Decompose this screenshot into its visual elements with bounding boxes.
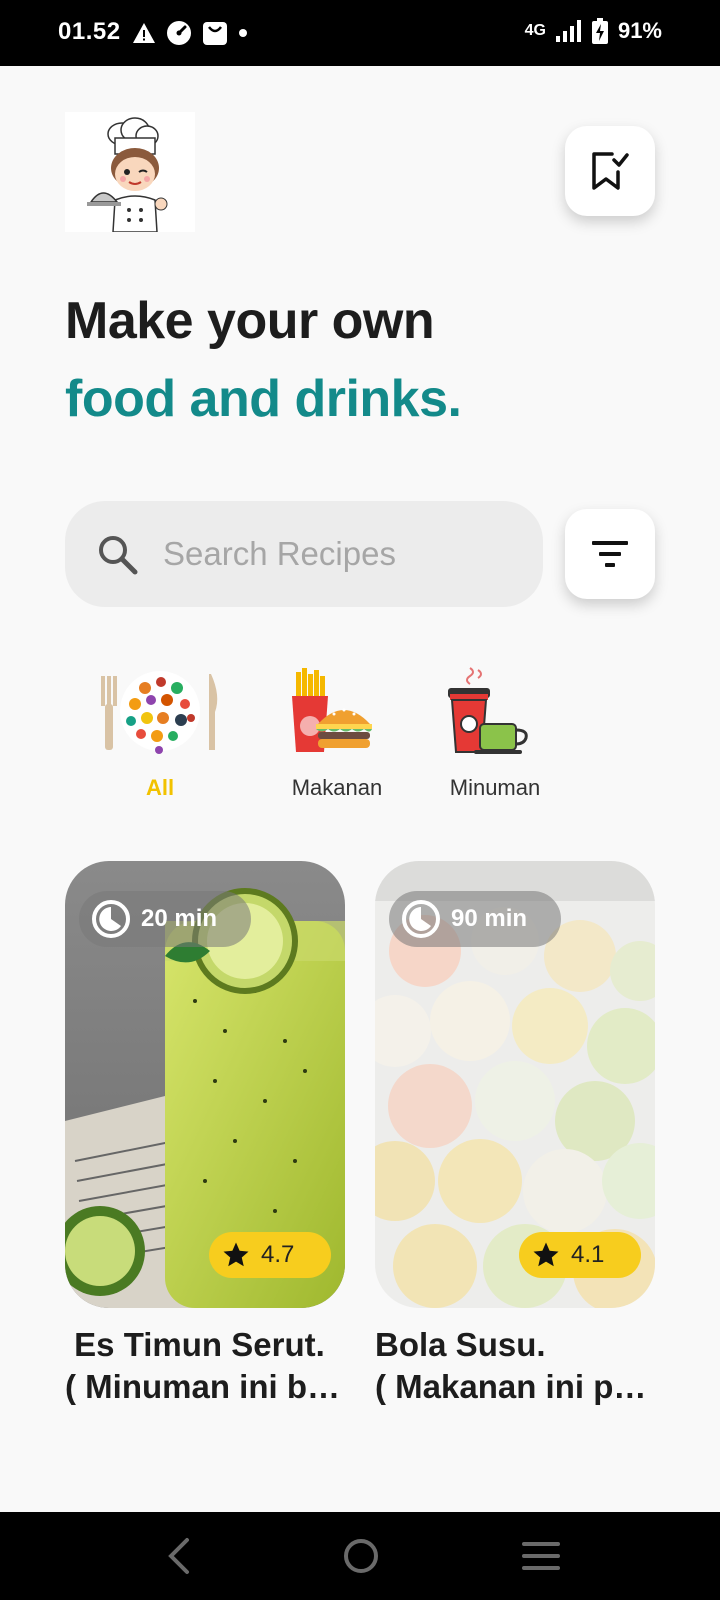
- menu-icon[interactable]: [522, 1540, 560, 1572]
- rating-value: 4.7: [261, 1241, 295, 1268]
- network-type: 4G: [524, 22, 546, 39]
- recipe-image[interactable]: 20 min 4.7: [65, 861, 345, 1308]
- recipe-title-line2[interactable]: ( Makanan ini p…: [375, 1366, 665, 1408]
- search-input[interactable]: [163, 535, 503, 573]
- recipe-home-screen: Make your own food and drinks. Search Re…: [0, 66, 720, 1512]
- recipe-title-line1[interactable]: Bola Susu.: [375, 1324, 665, 1366]
- battery-level: 91%: [617, 18, 662, 43]
- headline-line2: food and drinks.: [65, 370, 462, 428]
- filter-lines-icon: [592, 541, 628, 567]
- recipe-title-line2[interactable]: ( Minuman ini b…: [65, 1366, 355, 1408]
- rating-badge: 4.1: [519, 1232, 641, 1278]
- category-makanan-label: Makanan: [291, 775, 383, 800]
- recipe-title-text: Es Timun Serut.: [74, 1326, 325, 1363]
- status-bar: 01.52 4G 91%: [0, 0, 720, 66]
- recipe-title-line1[interactable]: Es Timun Serut.: [65, 1324, 355, 1366]
- search-bar[interactable]: [65, 501, 543, 607]
- timer-icon: [402, 900, 440, 938]
- status-right: 4G 91%: [525, 18, 662, 44]
- cook-time-badge: 90 min: [389, 891, 561, 947]
- signal-icon: [555, 20, 581, 42]
- system-nav-bar: [0, 1512, 720, 1600]
- shopping-bag-icon: [203, 22, 227, 45]
- dot-icon: [239, 29, 247, 37]
- recipe-card[interactable]: 90 min 4.1 Bola Susu. ( Makanan ini p…: [375, 861, 655, 1408]
- rating-value: 4.1: [571, 1241, 605, 1268]
- food-plate-icon: [101, 671, 218, 754]
- search-icon: [99, 536, 138, 575]
- filter-button[interactable]: [565, 509, 655, 599]
- warning-icon: [133, 23, 155, 43]
- back-icon[interactable]: [165, 1536, 193, 1576]
- headline-line1: Make your own: [65, 292, 435, 350]
- status-notification-icons: [132, 20, 248, 46]
- burger-fries-icon: [292, 668, 372, 752]
- coffee-cups-icon: [448, 667, 528, 754]
- chef-mascot-logo: [87, 117, 168, 233]
- bookmark-check-icon: [592, 152, 629, 190]
- cook-time-badge: 20 min: [79, 891, 251, 947]
- timer-icon: [92, 900, 130, 938]
- recipe-image[interactable]: 90 min 4.1: [375, 861, 655, 1308]
- saved-recipes-button[interactable]: [565, 126, 655, 216]
- home-icon[interactable]: [342, 1537, 380, 1575]
- category-minuman[interactable]: Minuman: [430, 666, 560, 801]
- category-makanan[interactable]: Makanan: [272, 666, 402, 801]
- category-all-label: All: [145, 775, 175, 800]
- status-time: 01.52: [58, 18, 121, 45]
- recipe-card[interactable]: 20 min 4.7 Es Timun Serut. ( Minuman ini…: [65, 861, 345, 1408]
- speed-icon: [167, 21, 191, 45]
- category-all[interactable]: All: [95, 666, 225, 801]
- cook-time-text: 90 min: [451, 905, 528, 932]
- star-icon: [223, 1242, 249, 1267]
- cook-time-text: 20 min: [141, 905, 218, 932]
- star-icon: [533, 1242, 559, 1267]
- chef-logo: [65, 112, 195, 233]
- battery-charging-icon: [591, 18, 608, 44]
- category-minuman-label: Minuman: [449, 775, 541, 800]
- rating-badge: 4.7: [209, 1232, 331, 1278]
